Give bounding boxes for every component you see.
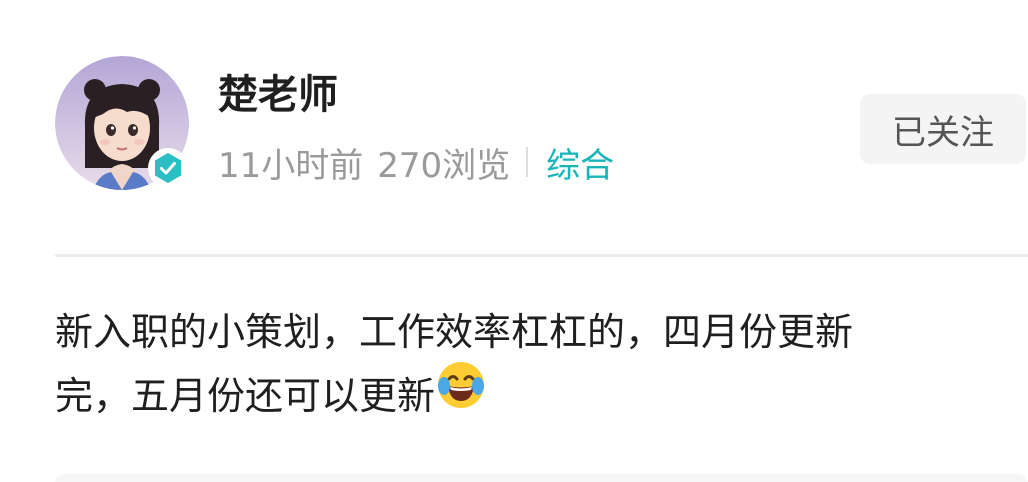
next-card-edge (55, 474, 1028, 482)
post-page: 楚老师 11小时前 270浏览 综合 已关注 新入职的小策划，工作效率杠杠的，四… (0, 0, 1028, 482)
verified-badge (148, 148, 188, 188)
laughing-tears-emoji-icon (435, 359, 487, 430)
category-tag[interactable]: 综合 (546, 138, 614, 187)
post-time: 11小时前 (218, 145, 364, 186)
content-line-2: 完，五月份还可以更新 (55, 362, 975, 430)
content-line-text: 完，五月份还可以更新 (55, 374, 436, 418)
header-divider (55, 254, 1028, 257)
author-name[interactable]: 楚老师 (218, 70, 338, 120)
post-meta: 11小时前 270浏览 综合 (218, 138, 614, 187)
meta-separator (526, 147, 529, 177)
verified-badge-icon (155, 153, 181, 183)
post-content: 新入职的小策划，工作效率杠杠的，四月份更新 完，五月份还可以更新 (55, 300, 975, 430)
view-count: 270浏览 (377, 145, 511, 186)
follow-button[interactable]: 已关注 (860, 94, 1026, 164)
content-line: 新入职的小策划，工作效率杠杠的，四月份更新 (55, 310, 854, 354)
